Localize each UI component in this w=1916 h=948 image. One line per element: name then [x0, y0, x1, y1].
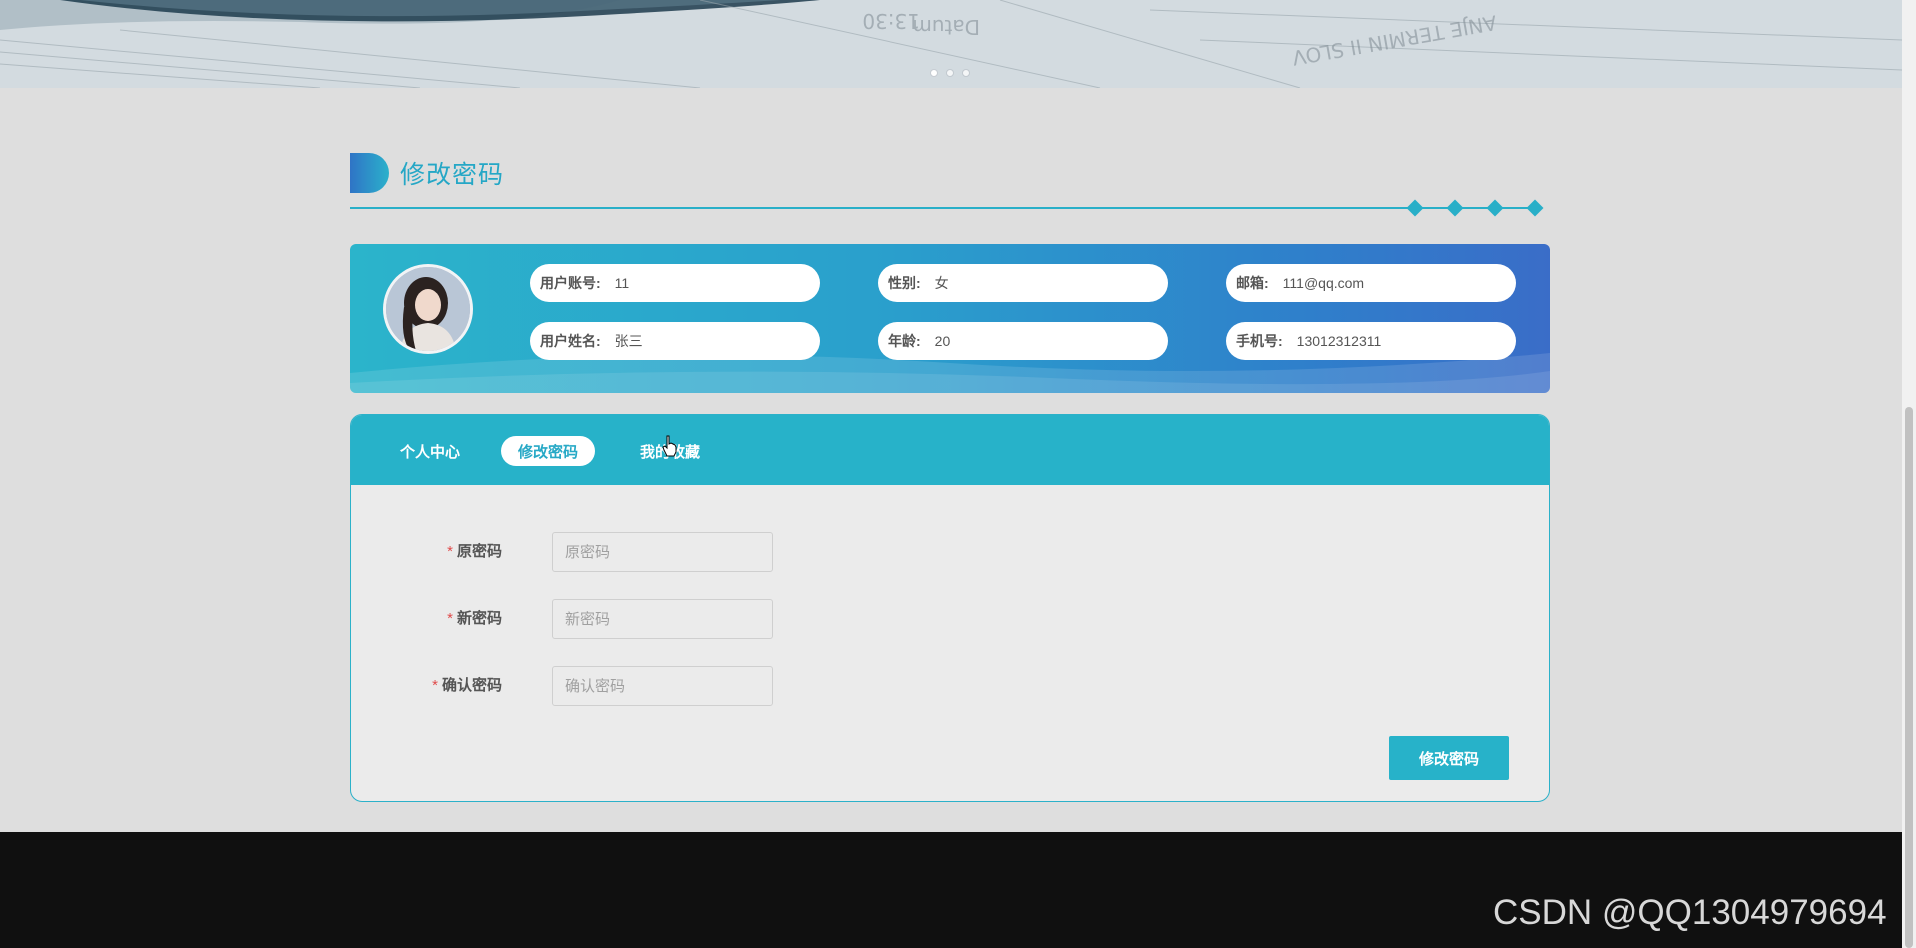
account-label: 用户账号: — [540, 275, 601, 291]
name-label: 用户姓名: — [540, 333, 601, 349]
new-password-label: * 新密码 — [447, 610, 502, 627]
gender-value: 女 — [934, 275, 949, 291]
old-password-label: * 原密码 — [447, 543, 502, 560]
new-password-input[interactable] — [552, 599, 773, 639]
carousel-dot[interactable] — [946, 69, 954, 77]
carousel-indicators — [930, 69, 970, 77]
phone-label: 手机号: — [1236, 333, 1283, 349]
gender-field: 性别: 女 — [878, 264, 1168, 302]
section-title-marker-icon — [350, 153, 389, 193]
carousel-dot[interactable] — [930, 69, 938, 77]
page-title: 修改密码 — [400, 161, 505, 189]
tab-bar: 个人中心 修改密码 我的收藏 — [351, 415, 1549, 485]
svg-text:13:30: 13:30 — [862, 9, 920, 33]
new-password-row: * 新密码 — [351, 599, 1549, 639]
user-center-panel: 个人中心 修改密码 我的收藏 *原密码 *新密码 *确认密码 修改密码 — [350, 414, 1550, 802]
hand-cursor-icon — [662, 435, 677, 457]
email-label: 邮箱: — [1236, 275, 1269, 291]
required-mark: * — [432, 677, 438, 694]
section-header: 修改密码 — [350, 153, 504, 193]
age-value: 20 — [934, 333, 951, 349]
age-field: 年龄: 20 — [878, 322, 1168, 360]
avatar — [383, 264, 473, 354]
old-password-input[interactable] — [552, 532, 773, 572]
watermark-text: CSDN @QQ1304979694 — [1493, 893, 1887, 932]
confirm-password-input[interactable] — [552, 666, 773, 706]
age-label: 年龄: — [888, 333, 921, 349]
user-info-card: 用户账号: 11 性别: 女 邮箱: 111@qq.com 用户姓名: 张三 年… — [350, 244, 1550, 393]
gender-label: 性别: — [888, 275, 921, 291]
confirm-password-label: * 确认密码 — [432, 677, 502, 694]
required-mark: * — [447, 610, 453, 627]
name-value: 张三 — [614, 333, 643, 349]
change-password-button[interactable]: 修改密码 — [1389, 736, 1509, 780]
phone-value: 13012312311 — [1296, 333, 1382, 349]
name-field: 用户姓名: 张三 — [530, 322, 820, 360]
account-value: 11 — [614, 275, 630, 291]
svg-text:Datum: Datum — [912, 15, 980, 39]
email-field: 邮箱: 111@qq.com — [1226, 264, 1516, 302]
user-portrait-image — [386, 267, 470, 351]
required-mark: * — [447, 543, 453, 560]
title-divider — [350, 207, 1542, 209]
old-password-row: * 原密码 — [351, 532, 1549, 572]
scrollbar-thumb[interactable] — [1905, 407, 1913, 948]
tab-personal-center[interactable]: 个人中心 — [383, 436, 477, 466]
confirm-password-row: * 确认密码 — [351, 666, 1549, 706]
email-value: 111@qq.com — [1282, 275, 1365, 291]
phone-field: 手机号: 13012312311 — [1226, 322, 1516, 360]
tab-change-password[interactable]: 修改密码 — [501, 436, 596, 466]
page-scrollbar[interactable] — [1902, 0, 1916, 948]
hero-banner: 13:30 Datum ANJE TERMIN II SLOV — [0, 0, 1902, 88]
carousel-dot[interactable] — [962, 69, 970, 77]
account-field: 用户账号: 11 — [530, 264, 820, 302]
